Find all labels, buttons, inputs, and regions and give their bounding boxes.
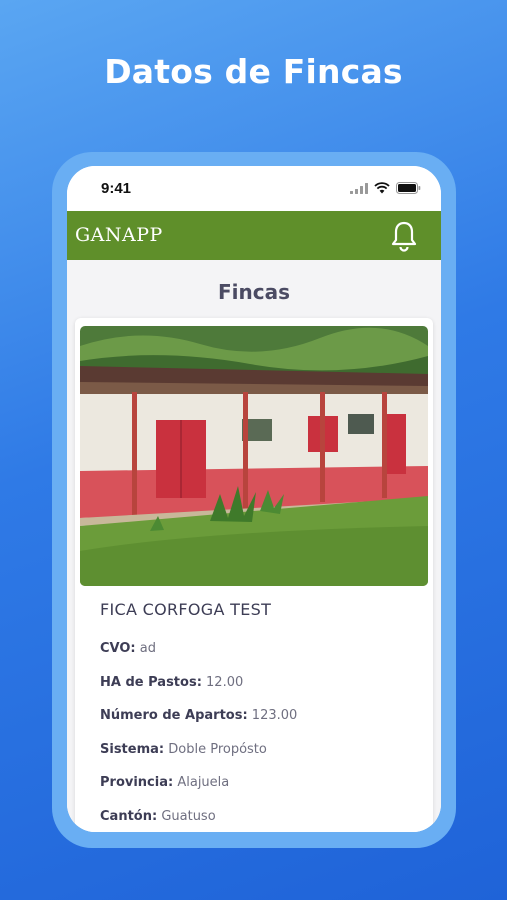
- detail-apartos: Número de Apartos: 123.00: [100, 708, 297, 723]
- detail-value: 12.00: [206, 675, 244, 690]
- page-title: Fincas: [217, 280, 290, 304]
- detail-value: Alajuela: [177, 775, 230, 790]
- detail-ha-pastos: HA de Pastos: 12.00: [100, 675, 243, 690]
- wifi-icon: [374, 182, 390, 194]
- detail-value: 123.00: [251, 708, 298, 723]
- farm-photo: [80, 326, 428, 586]
- app-bar: GANAPP: [67, 211, 441, 260]
- detail-label: Sistema:: [100, 742, 165, 757]
- signal-icon: [350, 182, 368, 194]
- detail-sistema: Sistema: Doble Propósto: [100, 742, 267, 757]
- detail-cvo: CVO: ad: [100, 641, 156, 656]
- status-icons: [350, 182, 421, 194]
- detail-label: CVO:: [100, 641, 136, 656]
- detail-value: Doble Propósto: [168, 742, 267, 757]
- battery-icon: [396, 182, 421, 194]
- farm-card[interactable]: FICA CORFOGA TEST CVO: ad HA de Pastos: …: [75, 318, 433, 832]
- detail-label: Número de Apartos:: [100, 708, 248, 723]
- detail-canton: Cantón: Guatuso: [100, 809, 216, 824]
- detail-label: Cantón:: [100, 809, 158, 824]
- phone-screen: 9:41 GANAPP Fincas FICA CORFOGA TEST CVO…: [67, 166, 441, 832]
- bell-icon[interactable]: [389, 220, 419, 252]
- farm-name: FICA CORFOGA TEST: [100, 600, 272, 619]
- detail-value: Guatuso: [161, 809, 216, 824]
- detail-provincia: Provincia: Alajuela: [100, 775, 229, 790]
- status-time: 9:41: [101, 180, 132, 197]
- promo-headline: Datos de Fincas: [104, 52, 403, 91]
- detail-label: HA de Pastos:: [100, 675, 202, 690]
- detail-value: ad: [139, 641, 156, 656]
- detail-label: Provincia:: [100, 775, 174, 790]
- content-area: Fincas FICA CORFOGA TEST CVO: ad HA de P…: [67, 260, 441, 832]
- app-title: GANAPP: [75, 224, 163, 246]
- status-bar: 9:41: [67, 166, 441, 212]
